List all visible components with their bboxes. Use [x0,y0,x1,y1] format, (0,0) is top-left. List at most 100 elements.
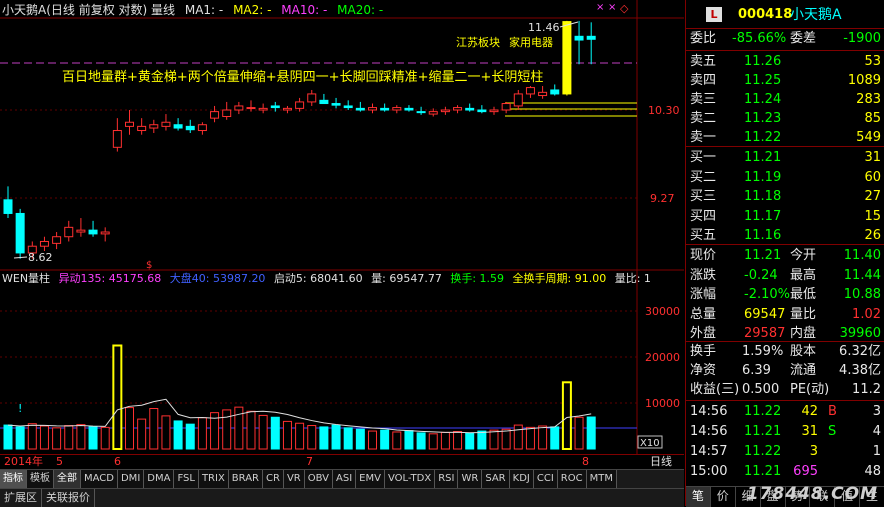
bottom-tab-bar[interactable]: 扩展区 关联报价 [0,488,684,507]
volume-bar [173,420,183,450]
tab-template[interactable]: 模板 [27,470,54,488]
tick-row: 14:56 11.21 31 S 4 [686,422,884,442]
kline-chart-area[interactable]: 10.30 9.27 30000 20000 10000 X10 11.46 8… [0,0,684,470]
volume-bar [100,426,110,450]
ask-volume: 549 [856,130,881,145]
industry-label: 家用电器 [509,35,553,49]
ask-level[interactable]: 卖二 11.23 85 [686,109,884,129]
tab-wr[interactable]: WR [458,470,483,488]
volume-bar [149,408,159,450]
period-label[interactable]: 日线 [650,455,672,468]
bid-level[interactable]: 买三 11.18 27 [686,187,884,207]
candle [137,118,147,135]
ask-level[interactable]: 卖四 11.25 1089 [686,71,884,91]
candle [149,119,159,134]
tab-fsl[interactable]: FSL [174,470,199,488]
ask-level[interactable]: 卖五 11.26 53 [686,52,884,72]
ask-volume: 1089 [847,73,881,88]
tab-asi[interactable]: ASI [333,470,357,488]
tab-trix[interactable]: TRIX [198,470,229,488]
tab-macd[interactable]: MACD [81,470,118,488]
candle [574,20,584,65]
bid-level[interactable]: 买一 11.21 31 [686,148,884,168]
tab-emv[interactable]: EMV [356,470,385,488]
candle [586,22,596,65]
tick-count: 3 [872,404,881,419]
time-axis: 2014年 5 6 7 8 日线 [0,454,684,469]
stat-label: 涨跌 [690,267,717,283]
candle [88,220,98,237]
fund-value: 1.59% [742,344,784,359]
tab-dmi[interactable]: DMI [117,470,145,488]
kline-chart-svg[interactable]: 10.30 9.27 30000 20000 10000 X10 11.46 8… [0,0,684,470]
stat-value: 11.21 [744,248,782,263]
volume-bar [88,425,98,450]
tab-extension-area[interactable]: 扩展区 [0,489,42,507]
tick-price: 11.21 [744,464,782,479]
stat-label: 现价 [690,248,717,263]
tab-cci[interactable]: CCI [533,470,558,488]
bid-level[interactable]: 买四 11.17 15 [686,207,884,227]
candle [270,101,280,112]
liang-value: 量: 69547.77 [371,272,442,285]
bid-price: 11.21 [744,150,782,165]
candle [501,101,511,114]
volume-bar [525,426,535,450]
diamond-icon[interactable]: ◇ [620,2,628,15]
ask-level[interactable]: 卖一 11.22 549 [686,128,884,148]
sector-label: 江苏板块 [456,35,500,49]
quote-tab[interactable]: 价 [711,487,736,507]
tab-related-quotes[interactable]: 关联报价 [42,489,95,507]
volume-bar [550,426,560,450]
price-tick-label: 9.27 [650,192,675,205]
tab-sar[interactable]: SAR [482,470,510,488]
tab-dma[interactable]: DMA [144,470,175,488]
tab-brar[interactable]: BRAR [228,470,263,488]
quanhuanshou-value: 全换手周期: 91.00 [512,272,607,285]
candle [76,218,86,237]
indicator-tab-bar[interactable]: 指标 模板 全部 MACD DMI DMA FSL TRIX BRAR CR V… [0,469,684,488]
bid-level[interactable]: 买二 11.19 60 [686,168,884,188]
candle [453,105,463,114]
stat-row: 总量 69547 量比 1.02 [686,305,884,325]
stat-label: 最低 [790,287,817,302]
candle [513,89,523,110]
tab-obv[interactable]: OBV [304,470,333,488]
fundamental-row: 换手 1.59% 股本 6.32亿 [686,342,884,362]
liangbi-value: 量比: 1 [614,272,651,285]
bid-label: 买一 [690,150,717,165]
ask-level[interactable]: 卖三 11.24 283 [686,90,884,110]
volume-bar [15,426,25,450]
volume-bar [222,409,232,450]
tab-indicator[interactable]: 指标 [0,470,27,488]
volume-bar [76,424,86,450]
bid-level[interactable]: 买五 11.16 26 [686,226,884,246]
tab-cr[interactable]: CR [263,470,284,488]
quote-tab[interactable]: 笔 [686,487,711,507]
candle [307,89,317,106]
ask-label: 卖四 [690,73,717,88]
candle [52,232,62,250]
volume-bar [392,431,402,450]
price-tick-label: 10.30 [648,104,680,117]
tab-mtm[interactable]: MTM [586,470,617,488]
stat-row: 涨幅 -2.10% 最低 10.88 [686,285,884,305]
fund-value: 6.39 [742,363,771,378]
tab-rsi[interactable]: RSI [435,470,459,488]
candlestick-series [3,20,596,259]
tab-all[interactable]: 全部 [54,470,81,488]
ask-label: 卖五 [690,54,717,69]
event-mark: $ [146,260,152,271]
candle [331,97,341,109]
chart-window-controls[interactable]: × × ◇ [596,2,636,16]
vol-tick-label: 30000 [645,305,680,318]
tab-kdj[interactable]: KDJ [509,470,534,488]
stock-badge[interactable]: L [706,7,722,22]
tab-vol-tdx[interactable]: VOL-TDX [384,470,436,488]
tab-roc[interactable]: ROC [557,470,587,488]
volume-bar [112,344,123,450]
ask-price: 11.24 [744,92,782,107]
tab-vr[interactable]: VR [283,470,305,488]
bid-volume: 60 [864,169,881,185]
ask-label: 卖三 [690,92,717,107]
